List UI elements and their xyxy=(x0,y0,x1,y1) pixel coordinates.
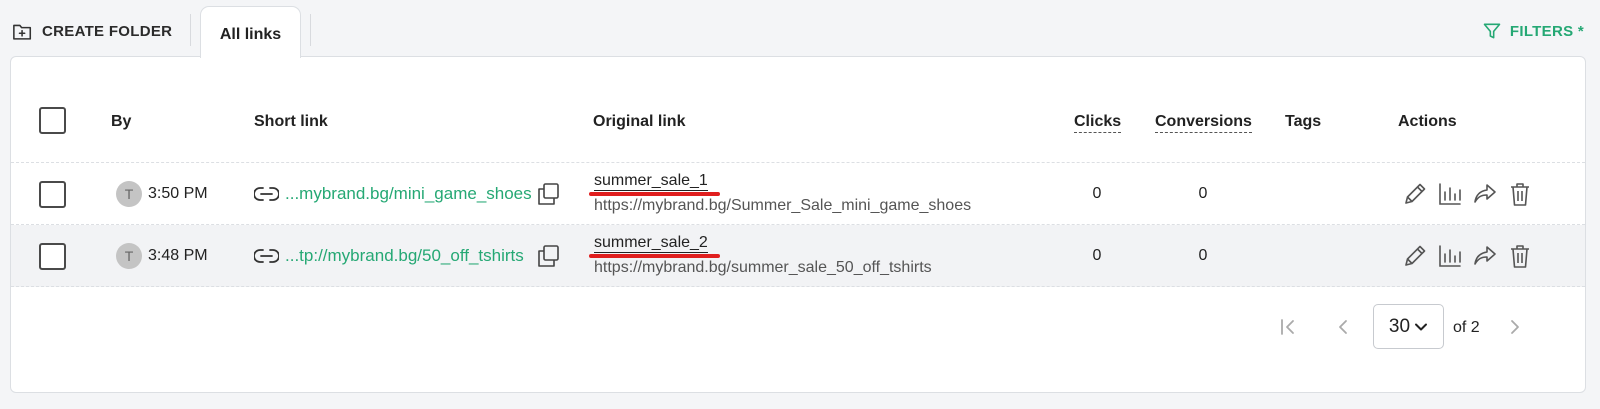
toolbar: CREATE FOLDER All links FILTERS * xyxy=(0,0,1600,58)
row-checkbox[interactable] xyxy=(39,243,66,270)
page-size-select[interactable]: 30 xyxy=(1373,304,1444,349)
previous-page-icon[interactable] xyxy=(1331,315,1355,339)
edit-icon[interactable] xyxy=(1401,180,1429,208)
created-time: 3:48 PM xyxy=(148,247,208,264)
share-icon[interactable] xyxy=(1471,242,1499,270)
red-underline-annotation xyxy=(589,192,720,196)
original-link-url: https://mybrand.bg/Summer_Sale_mini_game… xyxy=(594,197,972,214)
clicks-count: 0 xyxy=(1092,247,1102,264)
stats-icon[interactable] xyxy=(1436,242,1464,270)
divider xyxy=(190,14,191,46)
chevron-down-icon xyxy=(1415,323,1428,330)
filter-icon xyxy=(1483,23,1501,39)
tab-all-links[interactable]: All links xyxy=(200,6,301,58)
table-row[interactable]: T 3:48 PM ...tp://mybrand.bg/50_off_tshi… xyxy=(11,225,1585,287)
copy-icon[interactable] xyxy=(536,244,560,268)
row-checkbox[interactable] xyxy=(39,181,66,208)
create-folder-label: CREATE FOLDER xyxy=(42,22,173,40)
delete-icon[interactable] xyxy=(1506,242,1534,270)
link-icon xyxy=(254,187,279,201)
share-icon[interactable] xyxy=(1471,180,1499,208)
page-size-value: 30 xyxy=(1388,315,1411,337)
red-underline-annotation xyxy=(589,254,720,258)
conversions-count: 0 xyxy=(1198,185,1208,202)
short-link[interactable]: ...tp://mybrand.bg/50_off_tshirts xyxy=(285,246,524,266)
filters-button[interactable]: FILTERS * xyxy=(1482,19,1584,43)
column-header-tags[interactable]: Tags xyxy=(1285,113,1321,131)
select-all-checkbox[interactable] xyxy=(39,107,66,134)
conversions-count: 0 xyxy=(1198,247,1208,264)
filters-label: FILTERS * xyxy=(1509,22,1584,40)
stats-icon[interactable] xyxy=(1436,180,1464,208)
column-header-actions: Actions xyxy=(1398,113,1457,130)
create-folder-button[interactable]: CREATE FOLDER xyxy=(12,18,172,44)
created-time: 3:50 PM xyxy=(148,185,208,202)
next-page-icon[interactable] xyxy=(1503,315,1527,339)
short-link[interactable]: ...mybrand.bg/mini_game_shoes xyxy=(285,184,532,204)
column-header-conversions[interactable]: Conversions xyxy=(1155,113,1252,133)
original-link-url: https://mybrand.bg/summer_sale_50_off_ts… xyxy=(594,259,932,276)
link-icon xyxy=(254,249,279,263)
column-header-by[interactable]: By xyxy=(111,113,131,131)
divider xyxy=(310,14,311,46)
table-row[interactable]: T 3:50 PM ...mybrand.bg/mini_game_shoes … xyxy=(11,163,1585,225)
column-header-original-link[interactable]: Original link xyxy=(593,113,685,131)
avatar: T xyxy=(116,243,142,269)
delete-icon[interactable] xyxy=(1506,180,1534,208)
copy-icon[interactable] xyxy=(536,182,560,206)
folder-plus-icon xyxy=(13,24,32,40)
first-page-icon[interactable] xyxy=(1276,315,1300,339)
column-header-short-link[interactable]: Short link xyxy=(254,113,328,131)
page-count: of 2 xyxy=(1453,319,1480,336)
links-table: By Short link Original link Clicks Conve… xyxy=(10,56,1586,393)
clicks-count: 0 xyxy=(1092,185,1102,202)
edit-icon[interactable] xyxy=(1401,242,1429,270)
original-link-name[interactable]: summer_sale_2 xyxy=(594,234,708,253)
avatar: T xyxy=(116,181,142,207)
original-link-name[interactable]: summer_sale_1 xyxy=(594,172,708,191)
column-header-clicks[interactable]: Clicks xyxy=(1074,113,1122,133)
row-divider xyxy=(11,286,1585,287)
